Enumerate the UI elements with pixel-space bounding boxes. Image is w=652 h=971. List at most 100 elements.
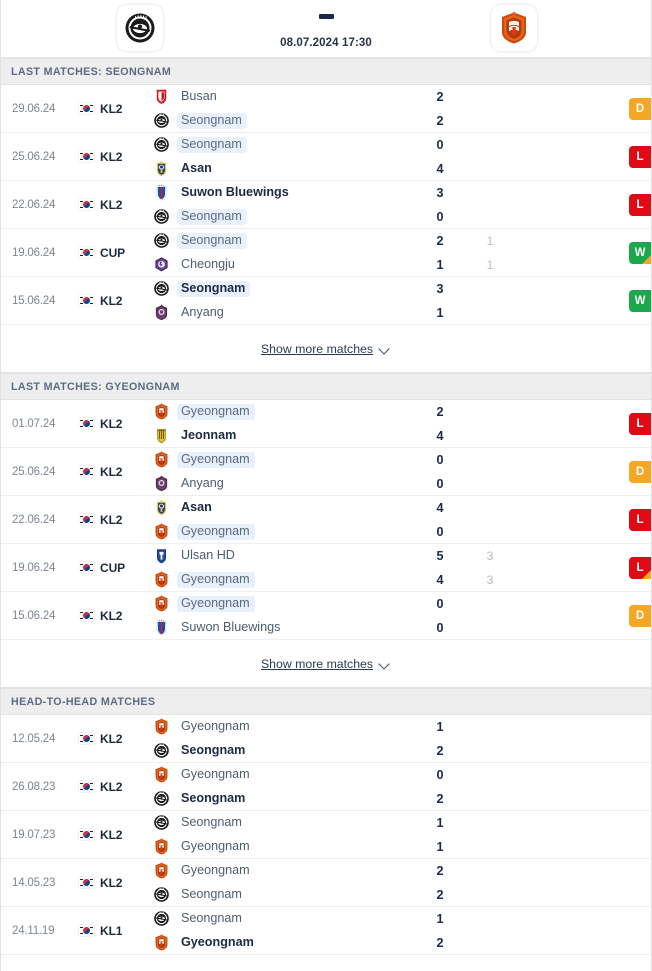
match-row[interactable]: 14.05.23 KL2 Gyeongnam Seongnam 2 2 <box>1 859 651 907</box>
match-date: 19.06.24 <box>12 561 56 574</box>
team-name[interactable]: Seongnam <box>177 911 247 927</box>
match-row[interactable]: 15.06.24 KL2 Gyeongnam Suwon Bluewings 0 0 D <box>1 592 651 640</box>
league-cell[interactable]: KL2 <box>79 294 151 308</box>
team-name[interactable]: Seongnam <box>177 815 247 831</box>
league-cell[interactable]: KL2 <box>79 609 151 623</box>
match-row[interactable]: 26.08.23 KL2 Gyeongnam Seongnam 0 2 <box>1 763 651 811</box>
league-cell[interactable]: KL1 <box>79 924 151 938</box>
show-more-matches-button[interactable]: Show more matches <box>261 657 391 671</box>
team-name[interactable]: Gyeongnam <box>177 451 255 468</box>
team-name[interactable]: Anyang <box>177 476 229 492</box>
team-name[interactable]: Seongnam <box>177 232 247 249</box>
team-name[interactable]: Gyeongnam <box>177 719 255 735</box>
team-name[interactable]: Seongnam <box>177 743 250 759</box>
team-name[interactable]: Seongnam <box>177 887 247 903</box>
score-cell: 00 <box>431 592 449 639</box>
result-badge: L <box>629 412 651 435</box>
team-line: Gyeongnam <box>153 838 651 855</box>
suwon-bluewings-crest-icon <box>153 619 170 636</box>
league-cell[interactable]: KL2 <box>79 828 151 842</box>
team-name[interactable]: Seongnam <box>177 791 250 807</box>
team-name[interactable]: Suwon Bluewings <box>177 620 285 636</box>
south-korea-flag-icon <box>79 610 94 621</box>
asan-crest-icon <box>153 160 170 177</box>
home-secondary-score: 1 <box>486 233 494 248</box>
team-name[interactable]: Asan <box>177 161 217 177</box>
league-cell[interactable]: KL2 <box>79 417 151 431</box>
team-name[interactable]: Seongnam <box>177 280 251 297</box>
seongnam-crest-icon <box>153 232 170 249</box>
match-row[interactable]: 15.06.24 KL2 Seongnam Anyang 3 1 W <box>1 277 651 325</box>
match-date: 15.06.24 <box>12 609 56 622</box>
league-cell[interactable]: KL2 <box>79 150 151 164</box>
team-name[interactable]: Gyeongnam <box>177 403 255 420</box>
result-badge: L <box>629 556 651 579</box>
match-row[interactable]: 12.05.24 KL2 Gyeongnam Seongnam 1 2 <box>1 715 651 763</box>
team-name[interactable]: Gyeongnam <box>177 595 255 612</box>
team-name[interactable]: Gyeongnam <box>177 571 255 588</box>
team-line: Suwon Bluewings <box>153 619 651 636</box>
team-name[interactable]: Jeonnam <box>177 428 241 444</box>
match-row[interactable]: 19.06.24 CUP Seongnam Cheongju 2 1 1 1 W <box>1 229 651 277</box>
team-name[interactable]: Seongnam <box>177 112 247 129</box>
team-name[interactable]: Ulsan HD <box>177 548 240 564</box>
away-team-logo[interactable] <box>491 5 537 51</box>
league-name: KL2 <box>100 293 123 308</box>
team-name[interactable]: Gyeongnam <box>177 863 255 879</box>
match-date: 15.06.24 <box>12 294 56 307</box>
teams-cell: Suwon Bluewings Seongnam <box>151 184 651 225</box>
league-cell[interactable]: KL2 <box>79 780 151 794</box>
team-line: Seongnam <box>153 887 651 903</box>
score-cell: 31 <box>431 277 449 324</box>
score-cell: 24 <box>431 400 449 447</box>
gyeongnam-crest-icon <box>153 838 170 855</box>
league-cell[interactable]: KL2 <box>79 876 151 890</box>
team-name[interactable]: Gyeongnam <box>177 839 255 855</box>
score-cell: 22 <box>431 85 449 132</box>
league-cell[interactable]: KL2 <box>79 732 151 746</box>
team-name[interactable]: Asan <box>177 500 217 516</box>
teams-cell: Seongnam Gyeongnam <box>151 815 651 855</box>
match-row[interactable]: 25.06.24 KL2 Gyeongnam Anyang 0 0 D <box>1 448 651 496</box>
south-korea-flag-icon <box>79 781 94 792</box>
team-line: Gyeongnam <box>153 571 651 588</box>
match-row[interactable]: 22.06.24 KL2 Suwon Bluewings Seongnam 3 0 L <box>1 181 651 229</box>
show-more-matches-button[interactable]: Show more matches <box>261 342 391 356</box>
team-name[interactable]: Suwon Bluewings <box>177 185 294 201</box>
match-row[interactable]: 19.06.24 CUP Ulsan HD Gyeongnam 5 4 3 3 L <box>1 544 651 592</box>
league-cell[interactable]: CUP <box>79 561 151 575</box>
suwon-bluewings-crest-icon <box>153 184 170 201</box>
score-cell: 54 <box>431 544 449 591</box>
team-name[interactable]: Anyang <box>177 305 229 321</box>
team-name[interactable]: Gyeongnam <box>177 767 255 783</box>
match-detail-page: 08.07.2024 17:30 LAST MATCHES: SEONGNAM 2… <box>0 0 652 971</box>
league-name: KL2 <box>100 827 123 842</box>
away-score: 4 <box>436 161 444 176</box>
league-cell[interactable]: KL2 <box>79 102 151 116</box>
away-secondary-score: 3 <box>486 572 494 587</box>
team-name[interactable]: Seongnam <box>177 208 247 225</box>
south-korea-flag-icon <box>79 829 94 840</box>
league-cell[interactable]: CUP <box>79 246 151 260</box>
team-line: Seongnam <box>153 232 651 249</box>
team-name[interactable]: Seongnam <box>177 136 247 153</box>
match-date: 29.06.24 <box>12 102 56 115</box>
league-cell[interactable]: KL2 <box>79 513 151 527</box>
league-cell[interactable]: KL2 <box>79 198 151 212</box>
match-date: 01.07.24 <box>12 417 56 430</box>
south-korea-flag-icon <box>79 199 94 210</box>
team-line: Busan <box>153 88 651 105</box>
match-row[interactable]: 29.06.24 KL2 Busan Seongnam 2 2 D <box>1 85 651 133</box>
match-row[interactable]: 25.06.24 KL2 Seongnam Asan 0 4 L <box>1 133 651 181</box>
match-row[interactable]: 19.07.23 KL2 Seongnam Gyeongnam 1 1 <box>1 811 651 859</box>
extra-time-corner-icon <box>641 568 651 579</box>
team-name[interactable]: Cheongju <box>177 257 240 273</box>
league-cell[interactable]: KL2 <box>79 465 151 479</box>
match-row[interactable]: 24.11.19 KL1 Seongnam Gyeongnam 1 2 <box>1 907 651 955</box>
match-row[interactable]: 01.07.24 KL2 Gyeongnam Jeonnam 2 4 L <box>1 400 651 448</box>
kickoff-datetime: 08.07.2024 17:30 <box>280 37 372 49</box>
match-row[interactable]: 22.06.24 KL2 Asan Gyeongnam 4 0 L <box>1 496 651 544</box>
team-name[interactable]: Gyeongnam <box>177 935 259 951</box>
team-name[interactable]: Busan <box>177 89 222 105</box>
team-name[interactable]: Gyeongnam <box>177 523 255 540</box>
